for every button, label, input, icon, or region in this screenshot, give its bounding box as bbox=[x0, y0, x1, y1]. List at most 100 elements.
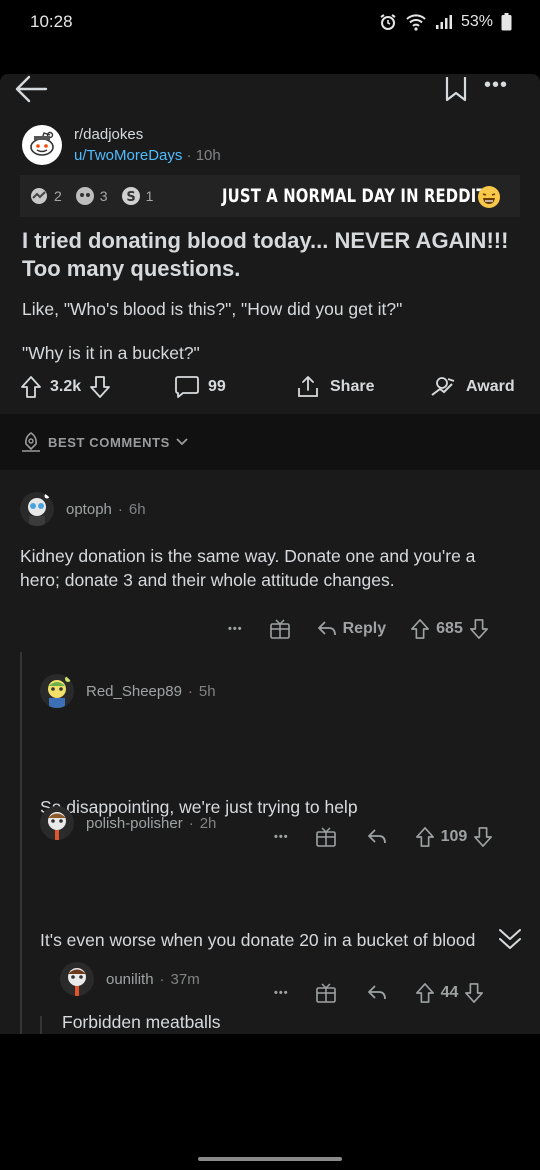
battery-icon bbox=[501, 13, 512, 31]
overlay-caption: JUST A NORMAL DAY IN REDDIT bbox=[222, 185, 487, 207]
subreddit-name[interactable]: r/dadjokes bbox=[74, 124, 221, 145]
wholesome-award-icon bbox=[31, 188, 47, 204]
upvote-icon[interactable] bbox=[20, 375, 42, 399]
silver-award-icon: S bbox=[121, 187, 140, 205]
comment-header: optoph · 6h bbox=[20, 492, 146, 526]
post-actions: 3.2k 99 Share Award bbox=[0, 370, 540, 406]
snoo-icon bbox=[30, 131, 54, 156]
more-options-icon[interactable]: ••• bbox=[274, 987, 289, 999]
comment-username[interactable]: ounilith bbox=[106, 971, 154, 988]
top-nav: ••• bbox=[0, 74, 540, 110]
snoo-avatar-icon bbox=[48, 812, 66, 840]
downvote-icon[interactable] bbox=[89, 375, 111, 399]
status-icons: 53% bbox=[379, 13, 512, 31]
snoo-avatar-icon bbox=[28, 493, 50, 526]
comment-sort-bar[interactable]: BEST COMMENTS bbox=[0, 414, 540, 470]
comment-count: 99 bbox=[208, 378, 226, 395]
dot-separator: · bbox=[159, 970, 165, 988]
thread-line[interactable] bbox=[40, 1016, 42, 1034]
comment-username[interactable]: optoph bbox=[66, 501, 112, 518]
award-helpful: 3 bbox=[74, 185, 108, 207]
comment-username[interactable]: polish-polisher bbox=[86, 815, 183, 832]
dot-separator: · bbox=[186, 147, 192, 164]
avatar[interactable] bbox=[40, 806, 74, 840]
more-options-icon[interactable]: ••• bbox=[228, 623, 243, 635]
post-body-line: "Why is it in a bucket?" bbox=[22, 343, 200, 363]
comment-header: ounilith · 37m bbox=[60, 962, 200, 996]
comment-header: polish-polisher · 2h bbox=[40, 806, 216, 840]
reply-icon[interactable] bbox=[317, 620, 337, 638]
vote-group: 3.2k bbox=[20, 370, 111, 404]
more-options-icon[interactable]: ••• bbox=[484, 74, 518, 96]
share-icon bbox=[298, 376, 318, 397]
post-title: I tried donating blood today... NEVER AG… bbox=[22, 228, 509, 281]
post-age: 10h bbox=[195, 147, 221, 164]
byline: u/TwoMoreDays · 10h bbox=[74, 145, 221, 166]
dot-separator: · bbox=[187, 682, 193, 700]
signal-icon bbox=[435, 15, 452, 29]
comment-score: 685 bbox=[436, 620, 463, 637]
comment-text: Forbidden meatballs bbox=[62, 1012, 221, 1032]
reply-icon[interactable] bbox=[367, 984, 387, 1002]
thread-line[interactable] bbox=[20, 652, 22, 1034]
award-count: 1 bbox=[145, 188, 154, 204]
post-author[interactable]: u/TwoMoreDays bbox=[74, 147, 182, 164]
award-silver: S 1 bbox=[120, 185, 154, 207]
collapse-chevron-icon[interactable] bbox=[496, 926, 524, 952]
downvote-icon[interactable] bbox=[469, 618, 489, 640]
avatar[interactable] bbox=[20, 492, 54, 526]
comment-actions: ••• Reply 685 bbox=[228, 614, 489, 644]
reply-label[interactable]: Reply bbox=[343, 620, 387, 638]
post-score: 3.2k bbox=[50, 378, 82, 395]
post-body-line: Like, "Who's blood is this?", "How did y… bbox=[22, 299, 403, 319]
post-body: Like, "Who's blood is this?", "How did y… bbox=[22, 298, 518, 364]
gift-award-icon[interactable] bbox=[315, 982, 337, 1004]
rocket-icon bbox=[22, 432, 40, 452]
avatar[interactable] bbox=[40, 674, 74, 708]
award-count: 3 bbox=[99, 188, 108, 204]
reply-icon[interactable] bbox=[367, 828, 387, 846]
comment-actions: ••• 44 bbox=[274, 978, 484, 1008]
comment-age: 37m bbox=[170, 970, 200, 988]
downvote-icon[interactable] bbox=[464, 982, 484, 1004]
more-options-icon[interactable]: ••• bbox=[274, 831, 289, 843]
home-indicator[interactable] bbox=[198, 1157, 342, 1161]
upvote-icon[interactable] bbox=[410, 618, 430, 640]
comment-icon bbox=[175, 376, 199, 398]
comment-text: Kidney donation is the same way. Donate … bbox=[20, 546, 476, 590]
gift-award-icon[interactable] bbox=[315, 826, 337, 848]
subreddit-avatar[interactable] bbox=[22, 125, 62, 165]
clock: 10:28 bbox=[30, 12, 73, 31]
comment-header: Red_Sheep89 · 5h bbox=[40, 674, 216, 708]
svg-text:S: S bbox=[126, 190, 135, 205]
back-arrow-icon[interactable] bbox=[14, 74, 48, 104]
downvote-icon[interactable] bbox=[473, 826, 493, 848]
comment-age: 5h bbox=[198, 682, 216, 700]
sort-label: BEST COMMENTS bbox=[48, 434, 170, 450]
post-meta: r/dadjokes u/TwoMoreDays · 10h bbox=[74, 124, 221, 166]
share-label: Share bbox=[330, 378, 375, 395]
upvote-icon[interactable] bbox=[415, 982, 435, 1004]
post-card: ••• r/dadjokes u/TwoMoreDays · 10h 2 3 S… bbox=[0, 74, 540, 1034]
awards-bar[interactable]: 2 3 S 1 JUST A NORMAL DAY IN REDDIT bbox=[20, 175, 520, 217]
post-header: r/dadjokes u/TwoMoreDays · 10h bbox=[22, 124, 221, 166]
award-wholesome: 2 bbox=[28, 185, 62, 207]
avatar[interactable] bbox=[60, 962, 94, 996]
comment-score: 109 bbox=[440, 828, 468, 845]
snoo-avatar-icon bbox=[48, 676, 71, 708]
award-button[interactable]: Award bbox=[430, 370, 515, 404]
share-button[interactable]: Share bbox=[296, 370, 374, 404]
chevron-down-icon bbox=[176, 438, 188, 446]
award-count: 2 bbox=[54, 188, 62, 204]
comment-age: 2h bbox=[199, 814, 217, 832]
gift-award-icon[interactable] bbox=[269, 618, 291, 640]
upvote-icon[interactable] bbox=[415, 826, 435, 848]
comments-button[interactable]: 99 bbox=[174, 370, 226, 404]
comment-username[interactable]: Red_Sheep89 bbox=[86, 683, 182, 700]
comment-actions: ••• 109 bbox=[274, 822, 493, 852]
comment-text: It's even worse when you donate 20 in a … bbox=[40, 930, 476, 950]
laughing-emoji-icon bbox=[478, 186, 500, 208]
bookmark-icon[interactable] bbox=[444, 76, 468, 102]
comment-score: 44 bbox=[440, 984, 459, 1001]
status-bar: 10:28 53% bbox=[0, 0, 540, 44]
